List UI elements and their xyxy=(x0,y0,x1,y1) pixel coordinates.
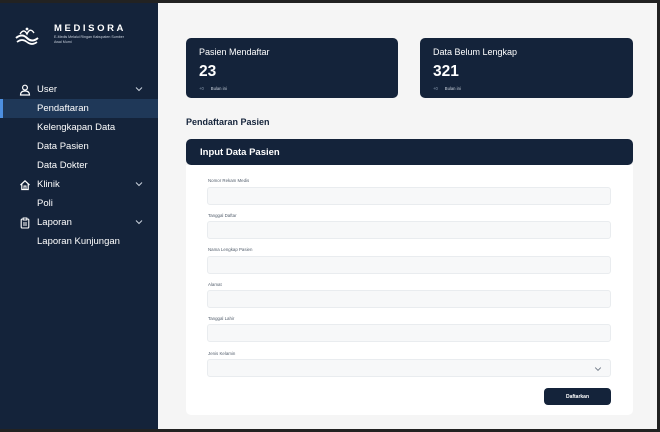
clipboard-icon xyxy=(20,217,30,229)
sidebar-group-klinik[interactable]: Klinik xyxy=(0,175,158,194)
jenis-kelamin-select[interactable] xyxy=(207,359,611,377)
sidebar-item-pendaftaran[interactable]: Pendaftaran xyxy=(0,99,158,118)
sidebar-nav: User Pendaftaran Kelengkapan Data Data P… xyxy=(0,80,158,251)
stat-card-pasien-mendaftar: Pasien Mendaftar 23 +0 Bulan ini xyxy=(186,38,398,98)
stat-period: Bulan ini xyxy=(210,86,227,91)
patient-form: Nomor Rekam Medis Tanggal Daftar Nama Le… xyxy=(186,165,633,415)
form-header: Input Data Pasien xyxy=(186,139,633,165)
stat-value: 23 xyxy=(199,63,217,80)
sidebar-group-laporan[interactable]: Laporan xyxy=(0,213,158,232)
stat-delta: +0 xyxy=(199,86,204,91)
field-label-nomor-rekam-medis: Nomor Rekam Medis xyxy=(208,178,250,183)
stat-title: Pasien Mendaftar xyxy=(199,47,270,57)
stat-value: 321 xyxy=(433,63,459,80)
sidebar-item-data-dokter[interactable]: Data Dokter xyxy=(0,156,158,175)
field-label-alamat: Alamat xyxy=(208,282,222,287)
chevron-down-icon[interactable] xyxy=(134,217,144,227)
user-icon xyxy=(19,84,31,96)
field-label-tanggal-daftar: Tanggal Daftar xyxy=(208,213,237,218)
stat-period: Bulan ini xyxy=(444,86,461,91)
stat-title: Data Belum Lengkap xyxy=(433,47,518,57)
daftarkan-button[interactable]: Daftarkan xyxy=(544,388,611,405)
sidebar-item-data-pasien[interactable]: Data Pasien xyxy=(0,137,158,156)
sidebar-item-laporan-kunjungan[interactable]: Laporan Kunjungan xyxy=(0,232,158,251)
stat-footer: +0 Bulan ini xyxy=(433,86,620,91)
tanggal-lahir-input[interactable] xyxy=(207,324,611,342)
chevron-down-icon xyxy=(594,367,602,372)
sidebar-item-kelengkapan-data[interactable]: Kelengkapan Data xyxy=(0,118,158,137)
sidebar-item-poli[interactable]: Poli xyxy=(0,194,158,213)
sidebar: MEDISORA E-Medis Melalui Ringan Kabupate… xyxy=(0,3,158,429)
alamat-input[interactable] xyxy=(207,290,611,308)
page-title: Pendaftaran Pasien xyxy=(186,117,270,127)
stat-footer: +0 Bulan ini xyxy=(199,86,385,91)
chevron-down-icon[interactable] xyxy=(134,179,144,189)
brand-name: MEDISORA xyxy=(54,23,126,34)
tanggal-daftar-input[interactable] xyxy=(207,221,611,239)
sidebar-group-label: Klinik xyxy=(37,179,60,190)
brand-tagline: E-Medis Melalui Ringan Kabupaten Sumber … xyxy=(54,35,124,44)
field-label-jenis-kelamin: Jenis Kelamin xyxy=(208,351,236,356)
field-label-nama-lengkap: Nama Lengkap Pasien xyxy=(208,247,253,252)
stat-delta: +0 xyxy=(433,86,438,91)
nama-lengkap-input[interactable] xyxy=(207,256,611,274)
chevron-down-icon[interactable] xyxy=(134,84,144,94)
sidebar-group-user[interactable]: User xyxy=(0,80,158,99)
brand: MEDISORA E-Medis Melalui Ringan Kabupate… xyxy=(14,23,132,46)
main-content: Pasien Mendaftar 23 +0 Bulan ini Data Be… xyxy=(158,3,657,429)
app-window: MEDISORA E-Medis Melalui Ringan Kabupate… xyxy=(0,3,657,429)
sidebar-group-label: Laporan xyxy=(37,217,72,228)
sidebar-group-label: User xyxy=(37,84,58,95)
wave-logo-icon xyxy=(15,27,39,45)
home-icon xyxy=(20,179,30,190)
nomor-rekam-medis-input[interactable] xyxy=(207,187,611,205)
field-label-tanggal-lahir: Tanggal Lahir xyxy=(208,316,235,321)
stat-card-data-belum-lengkap: Data Belum Lengkap 321 +0 Bulan ini xyxy=(420,38,633,98)
